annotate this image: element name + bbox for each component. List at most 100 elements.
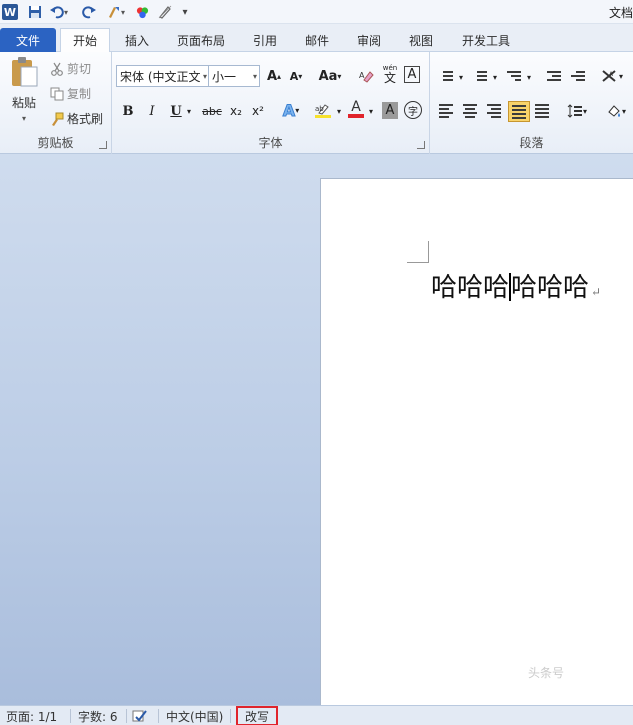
multilevel-dropdown-icon[interactable]: ▾ (524, 67, 534, 87)
font-color-dropdown-icon[interactable]: ▾ (366, 101, 376, 121)
font-name-select[interactable]: 宋体 (中文正文) ▾ (116, 65, 210, 87)
shrink-font-button[interactable]: A ▾ (286, 66, 306, 86)
save-icon[interactable] (26, 3, 44, 21)
paragraph-mark: ↵ (591, 285, 602, 299)
align-left-icon[interactable] (436, 102, 456, 120)
copy-label: 复制 (67, 87, 92, 101)
enclose-chars-button[interactable]: 字 (404, 101, 422, 119)
tab-insert[interactable]: 插入 (116, 28, 158, 52)
ribbon: 粘贴 ▾ 剪切 复制 格式刷 剪贴板 宋体 (中文正文) ▾ 小一 ▾ A ▴ A… (0, 52, 633, 154)
text-effects-button[interactable]: A ▾ (278, 100, 304, 120)
tab-developer[interactable]: 开发工具 (454, 28, 518, 52)
paragraph-group-label: 段落 (519, 136, 544, 150)
chinese-layout-icon[interactable]: A ▾ (598, 66, 626, 86)
scissors-icon (51, 62, 63, 76)
svg-text:ab: ab (315, 105, 324, 113)
increase-indent-icon[interactable] (568, 67, 588, 85)
tab-file[interactable]: 文件 (0, 28, 56, 52)
align-right-icon[interactable] (484, 102, 504, 120)
clear-format-icon[interactable]: A (356, 66, 376, 86)
color-wheel-icon[interactable] (134, 3, 150, 21)
pinyin-guide-button[interactable]: wén 文 (380, 64, 400, 84)
paste-icon (12, 57, 38, 87)
tab-view[interactable]: 视图 (400, 28, 442, 52)
change-case-label: Aa (318, 68, 338, 84)
strikethrough-button[interactable]: abc (200, 101, 224, 121)
undo-icon[interactable]: ▾ (48, 3, 70, 21)
status-page[interactable]: 页面: 1/1 (6, 708, 57, 724)
multilevel-list-icon[interactable] (504, 67, 524, 85)
numbering-icon[interactable] (470, 67, 490, 85)
text-before-caret: 哈哈哈 (431, 273, 510, 303)
format-painter-icon[interactable]: ▾ (104, 3, 128, 21)
decrease-indent-icon[interactable] (544, 67, 564, 85)
copy-button[interactable]: 复制 (50, 85, 91, 102)
char-border-button[interactable]: A (404, 66, 420, 83)
bullets-dropdown-icon[interactable]: ▾ (456, 67, 466, 87)
status-overtype-mode[interactable]: 改写 (236, 706, 278, 725)
numbering-dropdown-icon[interactable]: ▾ (490, 67, 500, 87)
quick-access-toolbar: W ▾ ▾ ▾ 文档 (0, 0, 633, 24)
watermark: 头条号 (528, 666, 565, 680)
proofing-icon[interactable] (132, 708, 152, 724)
font-group: 宋体 (中文正文) ▾ 小一 ▾ A ▴ A ▾ Aa ▾ A wén 文 A B I… (112, 52, 430, 154)
bold-button[interactable]: B (118, 101, 138, 121)
status-divider (126, 709, 127, 723)
font-color-label: A (351, 99, 361, 115)
tab-page-layout[interactable]: 页面布局 (168, 28, 234, 52)
font-group-label: 字体 (258, 136, 283, 150)
highlighter-icon: ab (315, 103, 329, 115)
redo-icon[interactable] (80, 3, 98, 21)
clipboard-launcher-icon[interactable] (99, 141, 107, 149)
subscript-button[interactable]: x₂ (226, 101, 246, 121)
font-size-select[interactable]: 小一 ▾ (208, 65, 260, 87)
line-spacing-icon[interactable]: ▾ (564, 101, 590, 121)
change-case-button[interactable]: Aa ▾ (316, 66, 344, 86)
grow-font-button[interactable]: A ▴ (264, 66, 284, 86)
tab-references[interactable]: 引用 (244, 28, 286, 52)
font-name-value: 宋体 (中文正文) (120, 69, 200, 84)
clipboard-group-label: 剪贴板 (37, 136, 74, 150)
format-painter-button[interactable]: 格式刷 (50, 110, 103, 127)
shading-icon[interactable]: ▾ (602, 101, 630, 121)
format-painter-label: 格式刷 (67, 112, 104, 126)
cut-button[interactable]: 剪切 (50, 60, 91, 77)
status-word-count[interactable]: 字数: 6 (78, 708, 118, 724)
font-name-dropdown-icon: ▾ (202, 71, 207, 81)
italic-button[interactable]: I (142, 101, 162, 121)
paste-button[interactable]: 粘贴 ▾ (4, 56, 44, 128)
font-color-button[interactable]: A (346, 99, 366, 119)
copy-icon (50, 87, 64, 100)
ribbon-tabs: 文件 开始 插入 页面布局 引用 邮件 审阅 视图 开发工具 (0, 24, 633, 52)
customize-icon[interactable]: ▾ (178, 3, 192, 21)
status-divider (158, 709, 159, 723)
char-shading-button[interactable]: A (382, 102, 398, 119)
pen-icon[interactable] (156, 3, 174, 21)
bullets-icon[interactable] (436, 67, 456, 85)
underline-dropdown-icon[interactable]: ▾ (184, 101, 194, 121)
status-language[interactable]: 中文(中国) (166, 708, 223, 724)
text-after-caret: 哈哈哈 (511, 273, 590, 303)
superscript-button[interactable]: x² (248, 101, 268, 121)
font-size-dropdown-icon: ▾ (252, 71, 257, 81)
font-launcher-icon[interactable] (417, 141, 425, 149)
justify-icon[interactable] (508, 101, 530, 122)
paragraph-group: ▾ ▾ ▾ A ▾ ▾ ▾ 段落 (430, 52, 633, 154)
document-page[interactable]: 哈哈哈哈哈哈 ↵ (320, 178, 633, 705)
tab-home[interactable]: 开始 (60, 28, 110, 52)
distributed-icon[interactable] (532, 102, 552, 120)
char-border-label: A (407, 67, 417, 82)
font-size-value: 小一 (212, 69, 237, 84)
highlight-dropdown-icon[interactable]: ▾ (334, 101, 344, 121)
tab-review[interactable]: 审阅 (348, 28, 390, 52)
window-title: 文档 (608, 6, 633, 20)
document-text[interactable]: 哈哈哈哈哈哈 ↵ (431, 267, 601, 304)
paintbrush-icon (52, 112, 64, 126)
paste-label: 粘贴 (11, 96, 36, 110)
align-center-icon[interactable] (460, 102, 480, 120)
underline-button[interactable]: U (166, 101, 186, 121)
margin-corner-mark (407, 241, 429, 263)
tab-mailings[interactable]: 邮件 (296, 28, 338, 52)
status-divider (230, 709, 231, 723)
word-logo-icon: W (2, 4, 18, 20)
